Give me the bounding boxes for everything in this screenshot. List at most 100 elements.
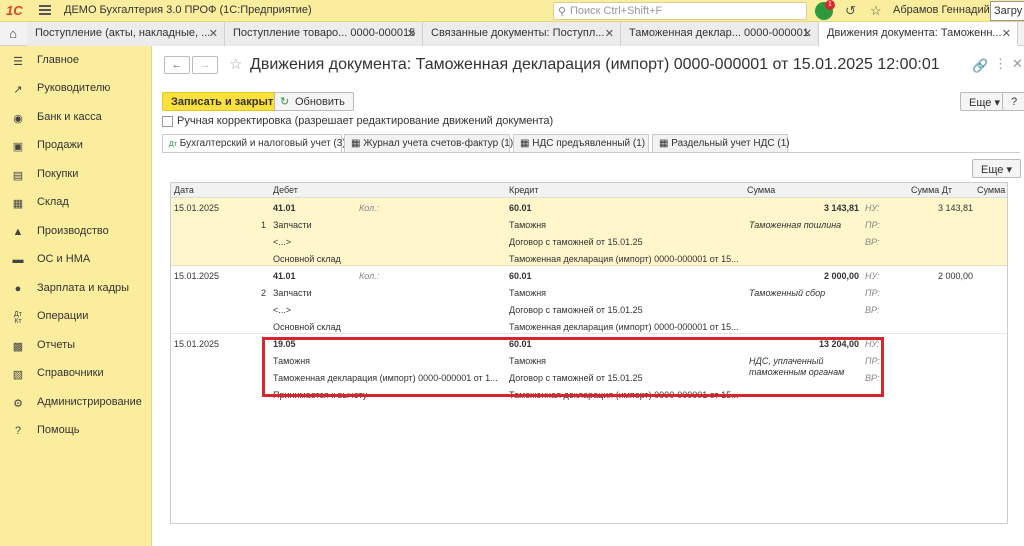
tab-label: Поступление (акты, накладные, ...: [35, 27, 211, 39]
credit-subconto-3: Таможенная декларация (импорт) 0000-0000…: [509, 322, 739, 332]
sidebar: ☰ Главное ↗ Руководителю ◉ Банк и касса ▣ Пр…: [0, 46, 152, 546]
quantity-label: Кол.:: [359, 271, 380, 281]
subtab-label: Бухгалтерский и налоговый учет (3): [179, 138, 346, 149]
tab-receipt-goods[interactable]: Поступление товаро... 0000-000015 ✕: [225, 22, 423, 46]
tab-divider: [162, 152, 1020, 153]
subtab-label: Раздельный учет НДС (1): [671, 138, 790, 149]
credit-subconto-2: Договор с таможней от 15.01.25: [509, 305, 643, 315]
subtab-label: Журнал учета счетов-фактур (1): [363, 138, 514, 149]
sidebar-item-label: Справочники: [37, 367, 104, 379]
close-icon[interactable]: ✕: [407, 27, 416, 40]
cart-icon: ▤: [12, 170, 24, 182]
save-and-close-button[interactable]: Записать и закрыть: [162, 92, 290, 111]
sidebar-item-label: Покупки: [37, 168, 79, 180]
close-icon[interactable]: ✕: [803, 27, 812, 40]
register-icon: ▦: [659, 138, 669, 149]
row-content: Таможенная пошлина: [749, 220, 842, 230]
grid-more-button[interactable]: Еще ▾: [972, 159, 1021, 178]
subtab-vat-presented[interactable]: ▦ НДС предъявленный (1): [513, 134, 649, 152]
credit-subconto-1: Таможня: [509, 288, 547, 298]
sidebar-item-label: Руководителю: [37, 82, 111, 94]
sidebar-item-label: Продажи: [37, 139, 83, 151]
row-sum: 2 000,00: [823, 271, 859, 281]
debit-subconto-3: Основной склад: [273, 322, 341, 332]
refresh-label: Обновить: [295, 96, 345, 108]
close-form-icon[interactable]: ✕: [1012, 56, 1023, 72]
sidebar-item-warehouse[interactable]: ▦ Склад: [0, 190, 152, 218]
debit-credit-icon: Дт: [169, 141, 177, 148]
sidebar-item-reports[interactable]: ▩ Отчеты: [0, 333, 152, 361]
sidebar-item-main[interactable]: ☰ Главное: [0, 48, 152, 76]
sidebar-item-bank[interactable]: ◉ Банк и касса: [0, 105, 152, 133]
debit-subconto-3: Основной склад: [273, 254, 341, 264]
sidebar-item-sales[interactable]: ▣ Продажи: [0, 133, 152, 161]
sidebar-item-label: Главное: [37, 54, 80, 66]
close-icon[interactable]: ✕: [209, 27, 218, 40]
hamburger-menu-icon[interactable]: [39, 5, 51, 15]
sidebar-item-fixed-assets[interactable]: ▬ ОС и НМА: [0, 247, 152, 275]
forward-arrow-icon[interactable]: →: [192, 56, 218, 74]
coin-icon: ◉: [13, 113, 23, 125]
refresh-icon: ↻: [280, 96, 290, 108]
sidebar-item-salary[interactable]: ● Зарплата и кадры: [0, 276, 152, 304]
sidebar-item-operations[interactable]: Дт Кт Операции: [0, 304, 152, 332]
debit-account: 41.01: [273, 271, 296, 281]
tab-related-docs[interactable]: Связанные документы: Поступл... ✕: [423, 22, 621, 46]
register-icon: ▦: [351, 138, 361, 149]
debit-credit-icon: Дт Кт: [14, 311, 22, 325]
close-icon[interactable]: ✕: [1002, 27, 1011, 40]
bar-chart-icon: ▩: [12, 341, 24, 353]
row-sum-dt: 3 143,81: [937, 203, 973, 213]
movements-table[interactable]: Дата Дебет Кредит Сумма Сумма Дт Сумма К…: [170, 182, 1008, 524]
global-search-input[interactable]: ⚲ Поиск Ctrl+Shift+F: [553, 2, 807, 20]
debit-account: 41.01: [273, 203, 296, 213]
link-icon[interactable]: 🔗: [972, 58, 988, 74]
sidebar-item-purchases[interactable]: ▤ Покупки: [0, 162, 152, 190]
home-icon[interactable]: ⌂: [0, 22, 26, 46]
more-vertical-icon[interactable]: ⋮: [994, 56, 1007, 72]
debit-subconto-2: <...>: [273, 305, 292, 315]
row-number: 2: [261, 288, 267, 298]
book-icon: ▧: [12, 369, 24, 381]
sidebar-item-management[interactable]: ↗ Руководителю: [0, 76, 152, 104]
tab-label: Таможенная деклар... 0000-000001: [629, 27, 809, 39]
sidebar-item-label: ОС и НМА: [37, 253, 91, 265]
more-label: Еще: [969, 97, 992, 109]
manual-correction-label: Ручная корректировка (разрешает редактир…: [177, 115, 554, 127]
open-tabs-bar: ⌂ Поступление (акты, накладные, ... ✕ Пос…: [0, 22, 1024, 46]
manual-correction-checkbox[interactable]: [162, 116, 173, 127]
pr-label: ПР:: [865, 220, 880, 230]
back-arrow-icon[interactable]: ←: [164, 56, 190, 74]
register-icon: ▦: [520, 138, 530, 149]
sidebar-item-label: Операции: [37, 310, 89, 322]
subtab-invoice-journal[interactable]: ▦ Журнал учета счетов-фактур (1): [344, 134, 514, 152]
tab-label: Поступление товаро... 0000-000015: [233, 27, 416, 39]
header-sum-dt: Сумма Дт: [911, 183, 952, 198]
credit-subconto-2: Договор с таможней от 15.01.25: [509, 237, 643, 247]
pr-label: ПР:: [865, 288, 880, 298]
help-button[interactable]: ?: [1002, 92, 1024, 111]
sidebar-item-label: Производство: [37, 225, 109, 237]
favorite-star-icon[interactable]: ☆: [229, 55, 242, 73]
sidebar-item-label: Зарплата и кадры: [37, 282, 130, 294]
refresh-button[interactable]: ↻ Обновить: [274, 92, 354, 111]
history-icon[interactable]: ↺: [845, 3, 856, 19]
sidebar-item-directories[interactable]: ▧ Справочники: [0, 361, 152, 389]
favorites-star-icon[interactable]: ☆: [870, 3, 882, 19]
close-icon[interactable]: ✕: [605, 27, 614, 40]
subtab-accounting[interactable]: Дт Бухгалтерский и налоговый учет (3): [162, 134, 346, 153]
sidebar-item-administration[interactable]: ⚙ Администрирование: [0, 390, 152, 418]
subtab-vat-separate[interactable]: ▦ Раздельный учет НДС (1): [652, 134, 790, 152]
tab-receipt-list[interactable]: Поступление (акты, накладные, ... ✕: [27, 22, 225, 46]
vr-label: ВР:: [865, 305, 880, 315]
header-sum: Сумма: [747, 183, 776, 198]
title-bar: 1С ДЕМО Бухгалтерия 3.0 ПРОФ (1С:Предпри…: [0, 0, 1024, 22]
grid-more-label: Еще: [981, 164, 1004, 176]
credit-account: 60.01: [509, 203, 532, 213]
row-date: 15.01.2025: [174, 271, 220, 281]
header-credit: Кредит: [509, 183, 539, 198]
sidebar-item-help[interactable]: ? Помощь: [0, 418, 152, 446]
tab-customs-declaration[interactable]: Таможенная деклар... 0000-000001 ✕: [621, 22, 819, 46]
tab-document-movements[interactable]: Движения документа: Таможенн... ✕: [819, 22, 1018, 46]
sidebar-item-production[interactable]: ▲ Производство: [0, 219, 152, 247]
